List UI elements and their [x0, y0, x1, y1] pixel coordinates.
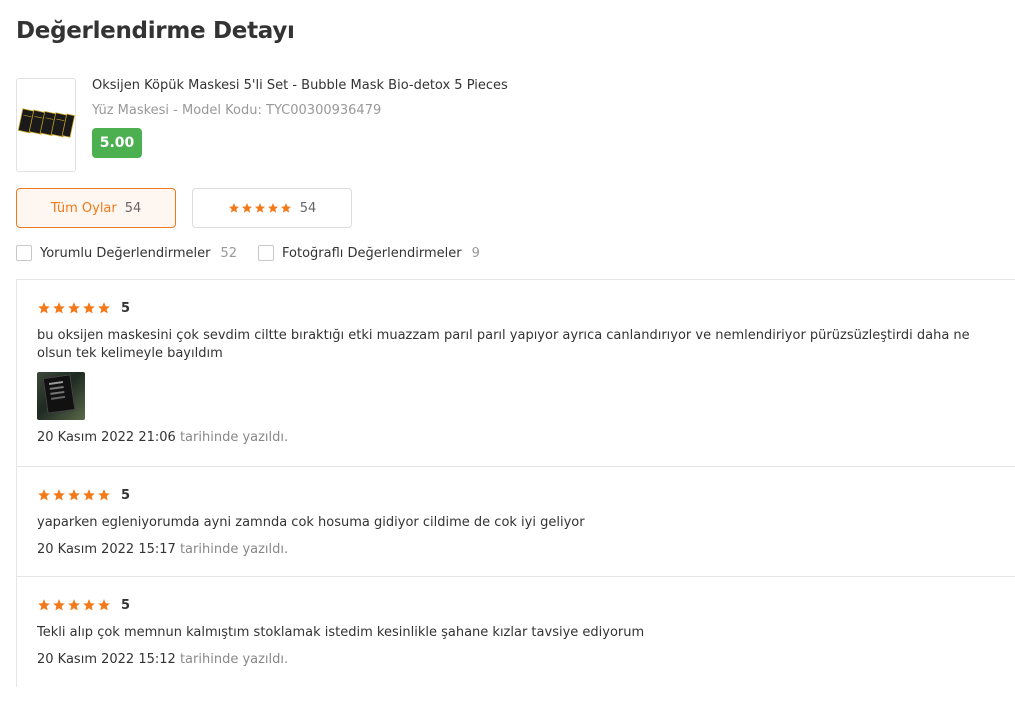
star-icon [53, 302, 65, 314]
filter-five-star-count: 54 [299, 200, 317, 216]
five-star-rating-icon [228, 202, 292, 214]
star-icon [83, 489, 95, 501]
star-icon [83, 302, 95, 314]
photo-reviews-checkbox[interactable]: Fotoğraflı Değerlendirmeler 9 [258, 243, 480, 263]
review-date: 20 Kasım 2022 15:17 tarihinde yazıldı. [37, 542, 996, 557]
product-thumbnail[interactable] [16, 78, 76, 172]
review-date-value: 20 Kasım 2022 15:12 [37, 652, 176, 667]
star-icon [241, 203, 252, 213]
review-date-suffix: tarihinde yazıldı. [179, 652, 289, 667]
average-rating-badge: 5.00 [92, 128, 142, 158]
star-rating-icon [37, 488, 111, 502]
review-date: 20 Kasım 2022 15:12 tarihinde yazıldı. [37, 652, 996, 667]
review-text: bu oksijen maskesini çok sevdim ciltte b… [37, 328, 970, 361]
filter-all-count: 54 [124, 200, 142, 216]
page-title: Değerlendirme Detayı [16, 18, 295, 44]
star-icon [83, 599, 95, 611]
star-icon [68, 599, 80, 611]
review-date-value: 20 Kasım 2022 15:17 [37, 542, 176, 557]
star-icon [38, 302, 50, 314]
review-rating-value: 5 [121, 597, 131, 613]
checkbox-box[interactable] [258, 245, 274, 261]
photo-reviews-label: Fotoğraflı Değerlendirmeler [282, 245, 462, 261]
star-rating-icon [37, 301, 111, 315]
review-list: 5 bu oksijen maskesini çok sevdim ciltte… [16, 279, 1015, 687]
star-icon [254, 203, 265, 213]
star-icon [98, 302, 110, 314]
review-rating-value: 5 [121, 300, 131, 316]
review-item: 5 bu oksijen maskesini çok sevdim ciltte… [17, 280, 1015, 467]
photo-reviews-count: 9 [471, 245, 480, 261]
star-icon [68, 302, 80, 314]
commented-reviews-label: Yorumlu Değerlendirmeler [40, 245, 211, 261]
star-icon [53, 599, 65, 611]
commented-reviews-count: 52 [220, 245, 237, 261]
review-date-suffix: tarihinde yazıldı. [179, 542, 289, 557]
review-rating-value: 5 [121, 487, 131, 503]
commented-reviews-checkbox[interactable]: Yorumlu Değerlendirmeler 52 [16, 243, 237, 263]
star-icon [228, 203, 239, 213]
review-photo-thumbnail[interactable] [37, 372, 85, 420]
filter-all-ratings-button[interactable]: Tüm Oylar 54 [16, 188, 176, 228]
star-icon [68, 489, 80, 501]
product-name[interactable]: Oksijen Köpük Maskesi 5'li Set - Bubble … [92, 78, 508, 93]
review-date: 20 Kasım 2022 21:06 tarihinde yazıldı. [37, 430, 996, 445]
review-date-value: 20 Kasım 2022 21:06 [37, 430, 176, 445]
review-item: 5 yaparken egleniyorumda ayni zamnda cok… [17, 467, 1015, 577]
filter-five-star-button[interactable]: 54 [192, 188, 352, 228]
star-icon [280, 203, 291, 213]
star-icon [267, 203, 278, 213]
product-meta: Yüz Maskesi - Model Kodu: TYC00300936479 [92, 103, 382, 118]
review-text: yaparken egleniyorumda ayni zamnda cok h… [37, 515, 585, 530]
filter-all-label: Tüm Oylar [50, 200, 117, 216]
star-rating-icon [37, 598, 111, 612]
star-icon [38, 599, 50, 611]
checkbox-box[interactable] [16, 245, 32, 261]
review-rating: 5 [37, 300, 996, 316]
review-item: 5 Tekli alıp çok memnun kalmıştım stokla… [17, 577, 1015, 687]
review-rating: 5 [37, 597, 996, 613]
review-date-suffix: tarihinde yazıldı. [179, 430, 289, 445]
star-icon [38, 489, 50, 501]
review-text: Tekli alıp çok memnun kalmıştım stoklama… [37, 625, 645, 640]
star-icon [98, 489, 110, 501]
star-icon [98, 599, 110, 611]
star-icon [53, 489, 65, 501]
face-mask-pack-icon [17, 108, 75, 138]
review-rating: 5 [37, 487, 996, 503]
